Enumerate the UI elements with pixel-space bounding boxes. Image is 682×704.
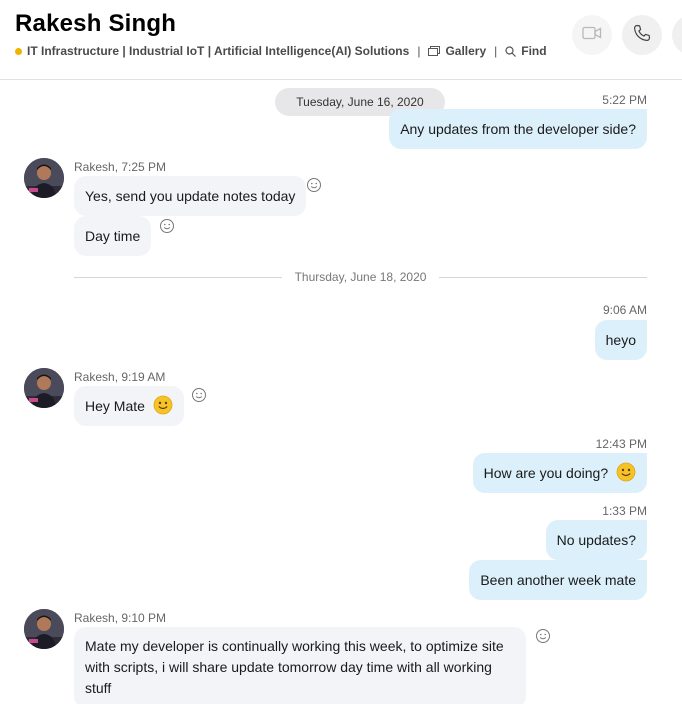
separator: |: [494, 44, 498, 58]
phone-call-icon: [633, 24, 651, 47]
message-timestamp: 1:33 PM: [602, 504, 647, 518]
add-reaction-icon[interactable]: [535, 628, 551, 644]
avatar[interactable]: [24, 368, 64, 408]
find-link[interactable]: Find: [505, 44, 547, 58]
add-people-button[interactable]: [672, 15, 682, 55]
avatar[interactable]: [24, 158, 64, 198]
avatar[interactable]: [24, 609, 64, 649]
find-label: Find: [521, 44, 547, 58]
message-text: Yes, send you update notes today: [85, 188, 296, 204]
outgoing-message[interactable]: No updates?: [545, 520, 647, 560]
outgoing-message[interactable]: Any updates from the developer side?: [389, 109, 647, 149]
smile-emoji-icon: [616, 462, 636, 482]
video-call-button[interactable]: [572, 15, 612, 55]
date-label: Thursday, June 18, 2020: [294, 270, 427, 284]
incoming-message[interactable]: Mate my developer is continually working…: [74, 627, 526, 704]
incoming-message[interactable]: Day time: [74, 216, 152, 256]
gallery-label: Gallery: [445, 44, 487, 58]
message-text: Any updates from the developer side?: [400, 121, 636, 137]
date-separator: Thursday, June 18, 2020: [74, 268, 647, 288]
outgoing-message[interactable]: How are you doing?: [472, 453, 647, 493]
outgoing-message[interactable]: heyo: [594, 320, 647, 360]
video-call-icon: [582, 26, 602, 45]
sender-meta: Rakesh, 9:19 AM: [74, 370, 166, 384]
contact-mood-message: IT Infrastructure | Industrial IoT | Art…: [27, 44, 410, 58]
message-text: Been another week mate: [480, 572, 636, 588]
gallery-link[interactable]: Gallery: [428, 44, 486, 58]
message-timestamp: 12:43 PM: [595, 437, 647, 451]
add-reaction-icon[interactable]: [159, 218, 175, 234]
message-text: Hey Mate: [85, 398, 145, 414]
message-text: Mate my developer is continually working…: [85, 638, 504, 696]
smile-emoji-icon: [153, 395, 173, 415]
sender-meta: Rakesh, 9:10 PM: [74, 611, 167, 625]
message-timestamp: 9:06 AM: [602, 303, 647, 317]
message-text: No updates?: [556, 532, 636, 548]
separator: |: [417, 44, 421, 58]
search-icon: [505, 45, 517, 57]
sender-meta: Rakesh, 7:25 PM: [74, 160, 167, 174]
message-text: heyo: [605, 332, 636, 348]
incoming-message[interactable]: Hey Mate: [74, 386, 184, 426]
incoming-message[interactable]: Yes, send you update notes today: [74, 176, 307, 216]
message-timestamp: 5:22 PM: [602, 93, 647, 107]
chat-header: Rakesh Singh IT Infrastructure | Industr…: [0, 0, 682, 80]
outgoing-message[interactable]: Been another week mate: [469, 560, 647, 600]
add-reaction-icon[interactable]: [191, 387, 207, 403]
contact-subbar: IT Infrastructure | Industrial IoT | Art…: [15, 44, 547, 58]
contact-name[interactable]: Rakesh Singh: [15, 10, 176, 38]
audio-call-button[interactable]: [622, 15, 662, 55]
date-label: Tuesday, June 16, 2020: [296, 95, 424, 109]
away-status-icon: [15, 47, 22, 55]
message-text: Day time: [85, 228, 141, 244]
add-reaction-icon[interactable]: [306, 177, 322, 193]
message-text: How are you doing?: [483, 465, 609, 481]
gallery-icon: [428, 46, 441, 56]
